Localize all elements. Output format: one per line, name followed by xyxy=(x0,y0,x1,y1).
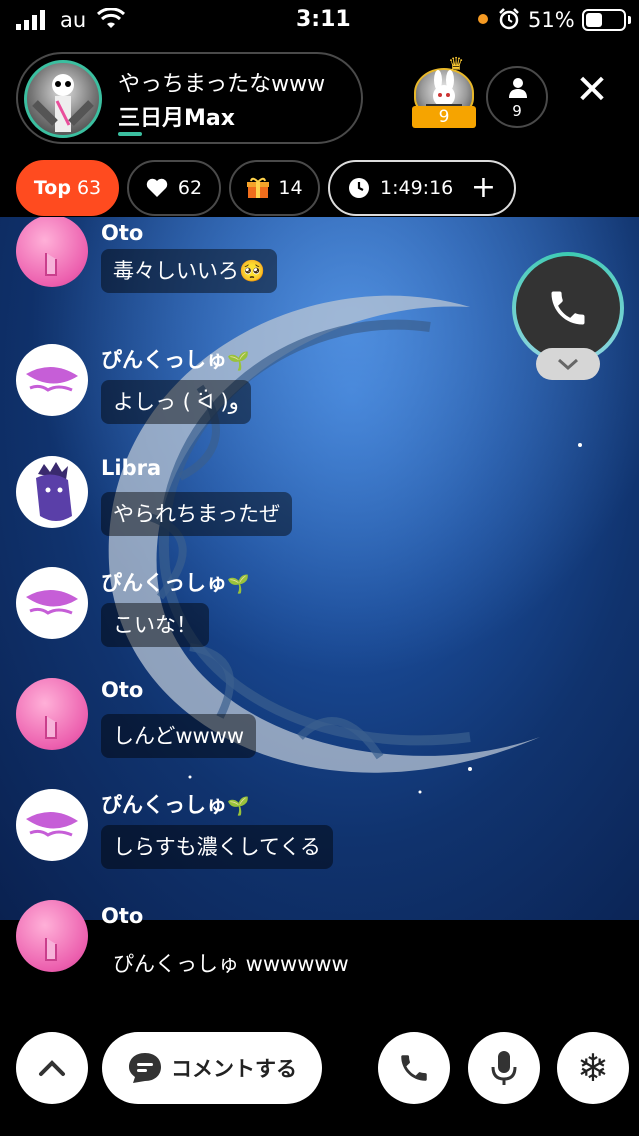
sprout-icon: 🌱 xyxy=(227,796,250,817)
alarm-icon xyxy=(499,8,519,30)
commenter-avatar[interactable] xyxy=(16,217,88,287)
commenter-avatar[interactable] xyxy=(16,567,88,639)
signal-icon xyxy=(16,10,45,30)
host-name: 三日月Max xyxy=(118,106,235,131)
commenter-name: Oto xyxy=(101,678,144,702)
commenter-name: Libra xyxy=(101,456,162,480)
battery-percent: 51% xyxy=(528,8,575,32)
scribble-art xyxy=(26,811,78,837)
clock-time: 3:11 xyxy=(296,7,351,32)
top-label: Top xyxy=(33,177,71,199)
commenter-name: ぴんくっしゅ🌱 xyxy=(101,571,250,595)
close-icon: ✕ xyxy=(575,67,609,113)
gifts-button[interactable]: 14 xyxy=(229,160,320,216)
commenter-avatar[interactable] xyxy=(16,456,88,528)
viewer-count-button[interactable]: 9 xyxy=(486,66,548,128)
host-avatar-art xyxy=(32,74,94,132)
gift-icon xyxy=(247,177,270,198)
comment-button[interactable]: コメントする xyxy=(102,1032,322,1104)
comment-text: よしっ ( ᐛ )و xyxy=(101,380,251,424)
person-icon xyxy=(509,78,527,98)
commenter-avatar[interactable] xyxy=(16,678,88,750)
top-ranker[interactable]: ♛ 9 xyxy=(412,54,476,130)
carrier-label: au xyxy=(60,8,87,32)
elapsed-time: 1:49:16 xyxy=(380,177,454,199)
status-bar: au 3:11 51% xyxy=(0,0,639,42)
comment-button-label: コメントする xyxy=(171,1057,297,1081)
commenter-avatar[interactable] xyxy=(16,344,88,416)
shush-face-art xyxy=(45,938,57,961)
purple-character-art xyxy=(36,462,72,521)
speech-bubble-icon xyxy=(129,1053,161,1083)
commenter-name: ぴんくっしゅ🌱 xyxy=(101,793,250,817)
ranker-badge: 9 xyxy=(412,106,476,128)
scribble-art xyxy=(26,589,78,615)
crown-icon: ♛ xyxy=(448,54,465,75)
stream-background: Oto 毒々しいいろ🥺 ぴんくっしゅ🌱 よしっ ( ᐛ )و Libra やられ… xyxy=(0,217,639,920)
call-collapse-button[interactable] xyxy=(536,348,600,380)
comment-text: しらすも濃くしてくる xyxy=(101,825,333,869)
microphone-icon xyxy=(491,1051,517,1085)
snowflake-effect-button[interactable]: ❄ xyxy=(557,1032,629,1104)
host-info-pill[interactable]: やっちまったなwww 三日月Max xyxy=(16,52,363,144)
phone-icon xyxy=(401,1055,427,1081)
chevron-down-icon xyxy=(558,358,578,371)
orange-indicator-dot xyxy=(478,14,488,24)
close-button[interactable]: ✕ xyxy=(572,70,612,110)
battery-fill xyxy=(586,13,603,27)
phone-icon xyxy=(551,291,585,325)
commenter-name: ぴんくっしゅ🌱 xyxy=(101,348,250,372)
gifts-count: 14 xyxy=(278,177,303,199)
comment-text: 毒々しいいろ🥺 xyxy=(101,249,278,293)
snowflake-icon: ❄ xyxy=(577,1046,609,1090)
shush-face-art xyxy=(45,253,57,276)
top-rank-button[interactable]: Top 63 xyxy=(16,160,119,216)
likes-count: 62 xyxy=(177,177,203,199)
host-level-bar xyxy=(118,132,142,136)
battery-icon xyxy=(582,9,631,31)
scribble-art xyxy=(26,366,78,392)
likes-button[interactable]: 62 xyxy=(127,160,221,216)
clock-icon xyxy=(349,178,369,198)
expand-up-button[interactable] xyxy=(16,1032,88,1104)
extend-time-plus-icon[interactable]: + xyxy=(471,170,496,206)
shush-face-art xyxy=(45,716,57,739)
host-avatar[interactable] xyxy=(24,60,102,138)
call-request-button[interactable] xyxy=(378,1032,450,1104)
wifi-icon xyxy=(96,8,126,28)
commenter-avatar[interactable] xyxy=(16,900,88,972)
comment-text: しんどwwww xyxy=(101,714,257,758)
chevron-up-icon xyxy=(39,1060,65,1076)
commenter-name: Oto xyxy=(101,221,144,245)
top-value: 63 xyxy=(76,177,102,199)
commenter-name: Oto xyxy=(101,904,144,928)
comment-text: やられちまったぜ xyxy=(101,492,293,536)
viewer-count: 9 xyxy=(512,102,522,120)
microphone-button[interactable] xyxy=(468,1032,540,1104)
commenter-avatar[interactable] xyxy=(16,789,88,861)
sprout-icon: 🌱 xyxy=(227,351,250,372)
sprout-icon: 🌱 xyxy=(227,574,250,595)
call-button[interactable] xyxy=(516,256,620,360)
comment-text: こいな！ xyxy=(101,603,209,647)
comment-text: ぴんくっしゅ wwwwww xyxy=(113,952,349,976)
stream-title: やっちまったなwww xyxy=(118,72,326,97)
stream-timer[interactable]: 1:49:16 + xyxy=(328,160,516,216)
heart-icon xyxy=(146,178,168,197)
